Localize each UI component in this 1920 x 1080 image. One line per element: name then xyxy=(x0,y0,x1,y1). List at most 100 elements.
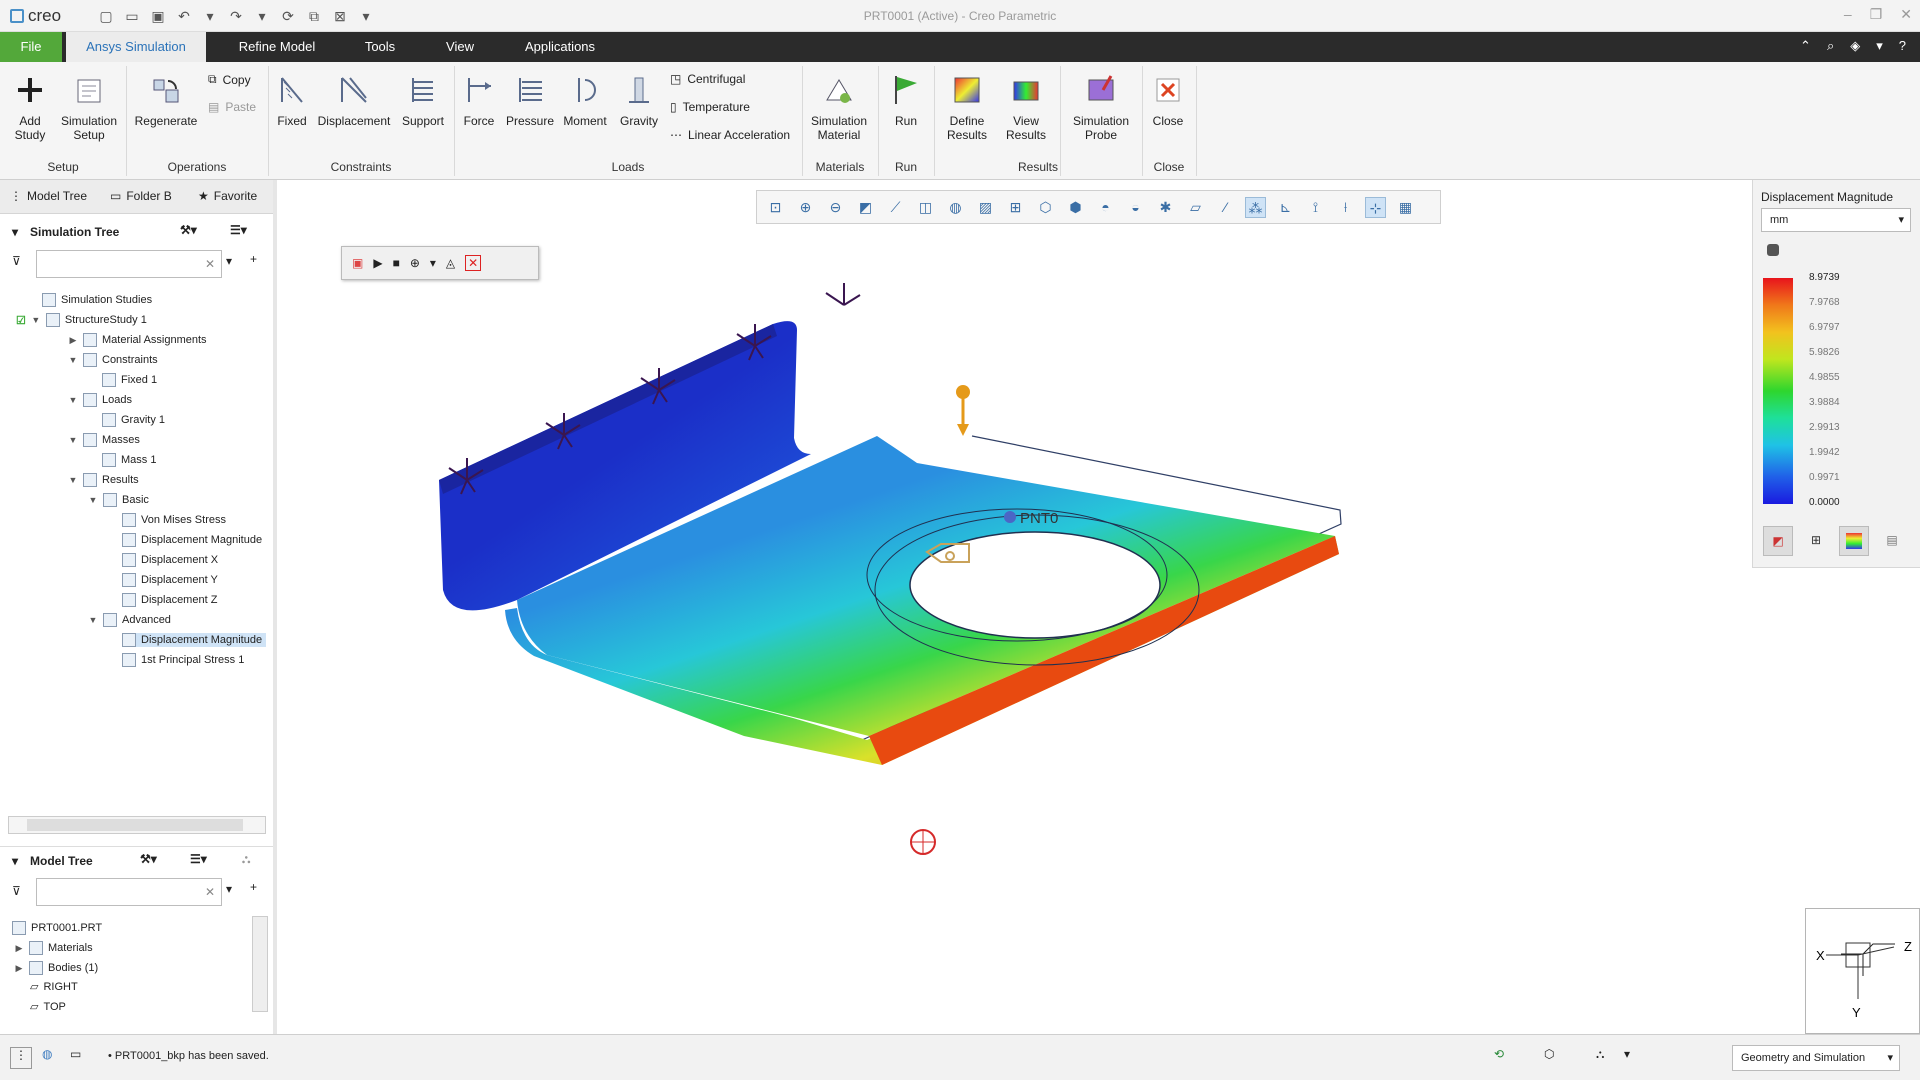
search-icon[interactable]: ⌕ xyxy=(1827,38,1834,54)
tab-tools[interactable]: Tools xyxy=(350,32,410,62)
refit-icon[interactable]: ⊡ xyxy=(765,197,786,218)
point-display-icon[interactable]: ⁂ xyxy=(1245,196,1266,218)
collapse-icon[interactable]: ▾ xyxy=(12,854,18,868)
tab-refine-model[interactable]: Refine Model xyxy=(222,32,332,62)
expand-icon[interactable]: ▶ xyxy=(14,963,24,974)
constraint-display-icon[interactable]: ⟟ xyxy=(1305,197,1326,218)
axis-display-icon[interactable]: ⁄ xyxy=(1215,197,1236,218)
centrifugal-button[interactable]: ◳ Centrifugal xyxy=(670,72,745,86)
tree-filter-icon[interactable]: ☰▾ xyxy=(190,852,207,866)
tree-item-displacement-magnitude-selected[interactable]: Displacement Magnitude xyxy=(122,633,267,647)
paste-button[interactable]: ▤ Paste xyxy=(208,100,256,114)
tree-item-principal-stress[interactable]: 1st Principal Stress 1 xyxy=(122,653,244,667)
tab-file[interactable]: File xyxy=(0,32,62,62)
collapse-ribbon-icon[interactable]: ⌃ xyxy=(1800,38,1811,54)
expand-icon[interactable]: ▼ xyxy=(88,615,98,625)
tree-item-fixed-1[interactable]: Fixed 1 xyxy=(102,373,157,387)
minimize-icon[interactable]: – xyxy=(1844,6,1852,23)
zoom-in-icon[interactable]: ⊕ xyxy=(795,197,816,218)
checkbox-icon[interactable]: ☑ xyxy=(16,314,26,327)
tree-item-mass-1[interactable]: Mass 1 xyxy=(102,453,156,467)
scale-100-icon[interactable]: ⊞ xyxy=(1801,526,1831,556)
help-icon[interactable]: ? xyxy=(1899,38,1906,54)
vertical-scrollbar[interactable] xyxy=(252,916,268,1012)
tree-item-masses[interactable]: ▼ Masses xyxy=(68,433,140,447)
expand-icon[interactable]: ▶ xyxy=(14,943,24,954)
tree-item-bodies[interactable]: ▶ Bodies (1) xyxy=(14,961,98,975)
annotation-display-icon[interactable]: ⬢ xyxy=(1065,197,1086,218)
expand-icon[interactable]: ▼ xyxy=(68,355,78,365)
force-button[interactable]: Force xyxy=(458,72,500,128)
copy-button[interactable]: ⧉ Copy xyxy=(208,72,251,87)
add-icon[interactable]: + xyxy=(250,880,257,894)
tab-ansys-simulation[interactable]: Ansys Simulation xyxy=(66,32,206,62)
close-app-icon[interactable]: ✕ xyxy=(1900,6,1912,23)
tree-settings-icon[interactable]: ⚒▾ xyxy=(140,852,157,866)
maximize-icon[interactable]: ❐ xyxy=(1870,6,1883,23)
tree-item-advanced[interactable]: ▼ Advanced xyxy=(88,613,171,627)
filter-dropdown-icon[interactable]: ▾ xyxy=(226,882,232,896)
temperature-button[interactable]: ▯ Temperature xyxy=(670,100,750,114)
model-tree-search-input[interactable]: ✕ xyxy=(36,878,222,906)
section-icon[interactable]: ⊞ xyxy=(1005,197,1026,218)
color-map-icon[interactable] xyxy=(1839,526,1869,556)
display-style-icon[interactable]: ◍ xyxy=(945,197,966,218)
regenerate-button[interactable]: Regenerate xyxy=(134,72,198,128)
csys-display-icon[interactable]: ⊾ xyxy=(1275,197,1296,218)
settings-dropdown-icon[interactable]: ▾ xyxy=(1876,38,1883,54)
view-normal-icon[interactable]: ⟋ xyxy=(885,197,906,218)
tree-item-basic[interactable]: ▼ Basic xyxy=(88,493,149,507)
tree-item-structurestudy[interactable]: ☑ ▼ StructureStudy 1 xyxy=(16,313,147,327)
tree-item-displacement-magnitude[interactable]: Displacement Magnitude xyxy=(122,533,262,547)
tab-applications[interactable]: Applications xyxy=(515,32,605,62)
tree-item-materials[interactable]: ▶ Materials xyxy=(14,941,93,955)
report-icon[interactable]: ▤ xyxy=(1877,526,1907,556)
tree-item-top[interactable]: ▱ TOP xyxy=(30,1000,66,1014)
plane-display-icon[interactable]: ▱ xyxy=(1185,197,1206,218)
tree-item-displacement-z[interactable]: Displacement Z xyxy=(122,593,217,607)
expand-icon[interactable]: ▼ xyxy=(68,435,78,445)
simulation-probe-button[interactable]: Simulation Probe xyxy=(1066,72,1136,142)
find-dropdown-icon[interactable]: ▾ xyxy=(1624,1047,1630,1061)
horizontal-scrollbar[interactable] xyxy=(8,816,266,834)
define-results-button[interactable]: Define Results xyxy=(938,72,996,142)
sim-tree-search-input[interactable]: ✕ xyxy=(36,250,222,278)
tree-item-loads[interactable]: ▼ Loads xyxy=(68,393,132,407)
group-operations-label[interactable]: Operations xyxy=(126,160,268,174)
saved-orientations-icon[interactable]: ◫ xyxy=(915,197,936,218)
group-run-label[interactable]: Run xyxy=(878,160,934,174)
zoom-out-icon[interactable]: ⊖ xyxy=(825,197,846,218)
graphics-viewport[interactable]: PNT0 xyxy=(277,180,1750,1034)
play-icon[interactable]: ▶ xyxy=(373,256,382,270)
tree-item-prt0001[interactable]: PRT0001.PRT xyxy=(12,921,102,935)
hidden-line-icon[interactable]: ◒ xyxy=(1125,197,1146,218)
expand-icon[interactable]: ▶ xyxy=(68,335,78,346)
linear-acceleration-button[interactable]: ⋯ Linear Acceleration xyxy=(670,128,790,142)
pressure-button[interactable]: Pressure xyxy=(504,72,556,128)
result-options-icon[interactable]: ◩ xyxy=(1763,526,1793,556)
collapse-icon[interactable]: ▾ xyxy=(12,225,18,239)
tree-item-gravity-1[interactable]: Gravity 1 xyxy=(102,413,165,427)
support-button[interactable]: Support xyxy=(398,72,448,128)
view-results-button[interactable]: View Results xyxy=(998,72,1054,142)
gravity-button[interactable]: Gravity xyxy=(614,72,664,128)
tab-view[interactable]: View xyxy=(430,32,490,62)
regen-status-icon[interactable]: ⟲ xyxy=(1494,1047,1504,1061)
stop-icon[interactable]: ■ xyxy=(393,256,400,270)
expand-icon[interactable]: ▼ xyxy=(68,475,78,485)
add-icon[interactable]: + xyxy=(250,252,257,266)
deformation-icon[interactable]: ◬ xyxy=(446,256,455,270)
group-results-label[interactable]: Results xyxy=(934,160,1142,174)
clear-icon[interactable]: ✕ xyxy=(205,885,215,899)
close-animation-icon[interactable]: ✕ xyxy=(465,255,482,271)
step-icon[interactable]: ⊕ xyxy=(410,256,420,270)
tree-item-results[interactable]: ▼ Results xyxy=(68,473,139,487)
view-manager-icon[interactable]: ⬡ xyxy=(1035,197,1056,218)
repaint-icon[interactable]: ◩ xyxy=(855,197,876,218)
selection-filter-select[interactable]: Geometry and Simulation ▾ xyxy=(1732,1045,1900,1071)
fixed-button[interactable]: Fixed xyxy=(272,72,312,128)
unit-select[interactable]: mm ▾ xyxy=(1761,208,1911,232)
tree-settings-icon[interactable]: ⚒▾ xyxy=(180,223,197,237)
perspective-icon[interactable]: ▨ xyxy=(975,197,996,218)
filter-dropdown-icon[interactable]: ▾ xyxy=(226,254,232,268)
